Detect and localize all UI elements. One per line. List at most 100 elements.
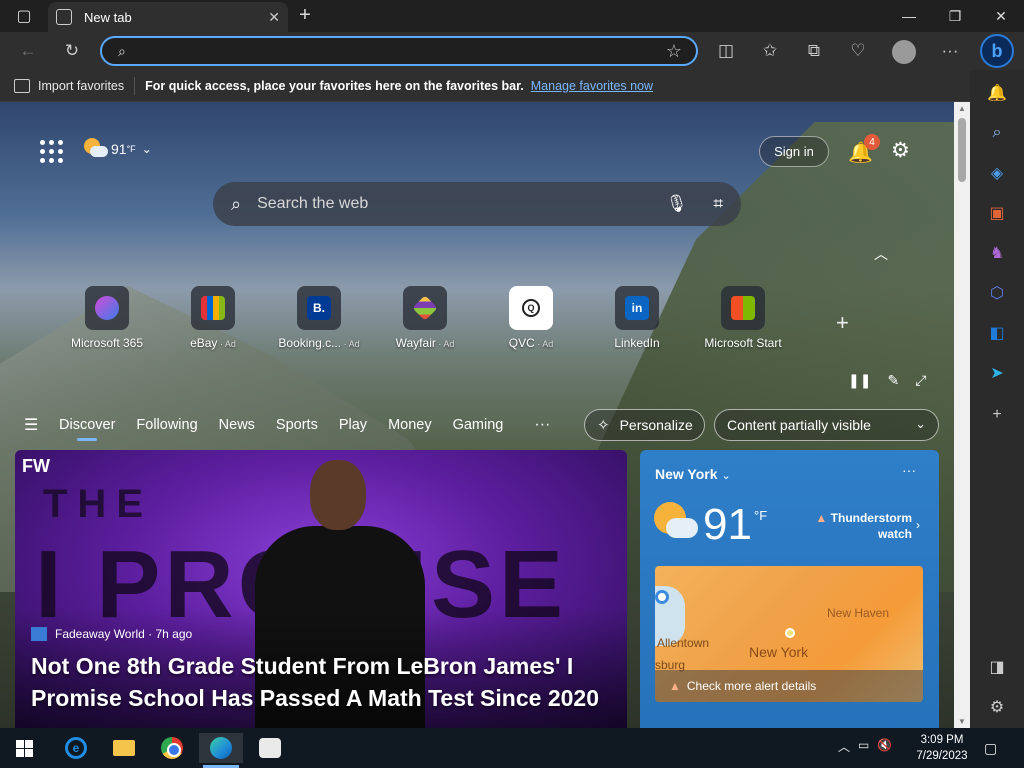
import-favorites-button[interactable]: Import favorites	[14, 78, 124, 93]
new-tab-button[interactable]: +	[294, 5, 316, 27]
map-marker-icon	[785, 628, 795, 638]
taskbar-clock[interactable]: 3:09 PM 7/29/2023	[912, 732, 972, 764]
edge-taskbar-icon[interactable]	[199, 733, 243, 768]
add-sidebar-app-icon[interactable]: +	[986, 404, 1008, 426]
personalize-label: Personalize	[619, 417, 693, 433]
search-icon: ⌕	[231, 193, 242, 214]
content-visibility-dropdown[interactable]: Content partially visible ⌄	[714, 409, 939, 441]
bing-copilot-button[interactable]: b	[980, 34, 1014, 68]
chevron-right-icon[interactable]: ›	[916, 518, 920, 532]
quicklink-microsoft-365[interactable]: Microsoft 365	[54, 286, 160, 350]
thunderstorm-alert[interactable]: ▲ Thunderstorm watch	[812, 510, 912, 542]
quicklink-wayfair[interactable]: Wayfair · Ad	[372, 286, 478, 350]
internet-explorer-icon[interactable]: e	[54, 733, 98, 763]
wayfair-logo-icon	[412, 295, 438, 321]
weather-unit: °F	[126, 144, 136, 154]
volume-muted-icon[interactable]: 🔇	[877, 738, 892, 755]
more-menu-icon[interactable]: ···	[936, 38, 964, 64]
tab-new-tab[interactable]: New tab ✕	[48, 2, 288, 32]
file-explorer-icon[interactable]	[102, 733, 146, 763]
microsoft-365-icon[interactable]: ⬡	[986, 282, 1008, 304]
web-search-box[interactable]: ⌕ Search the web 🎙 ⌗	[213, 182, 741, 226]
hero-brand-badge: FW	[22, 456, 50, 476]
system-tray: ︿ ▭ 🔇	[838, 738, 892, 755]
weather-widget-mini[interactable]: 91 °F ⌄	[84, 138, 152, 160]
refresh-button[interactable]: ↻	[58, 38, 86, 64]
tab-money[interactable]: Money	[388, 409, 432, 441]
browser-essentials-icon[interactable]: ♡	[844, 38, 872, 64]
personalize-button[interactable]: ✧ Personalize	[584, 409, 705, 441]
hamburger-menu-icon[interactable]: ☰	[24, 415, 38, 435]
action-center-icon[interactable]: ▢	[984, 740, 997, 757]
title-bar: ▢ New tab ✕ + — ❐ ✕	[0, 0, 1024, 32]
scroll-up-icon[interactable]: ▲	[957, 104, 967, 113]
quicklink-qvc[interactable]: Q QVC · Ad	[478, 286, 584, 350]
tools-briefcase-icon[interactable]: ▣	[986, 202, 1008, 224]
quicklink-ebay[interactable]: eBay · Ad	[160, 286, 266, 350]
tab-actions-icon[interactable]: ▢	[8, 6, 40, 26]
microphone-icon[interactable]: 🎙	[666, 194, 688, 214]
close-tab-icon[interactable]: ✕	[268, 9, 280, 26]
tab-discover[interactable]: Discover	[59, 409, 115, 441]
ad-tag: · Ad	[341, 339, 360, 349]
scroll-down-icon[interactable]: ▼	[957, 717, 967, 726]
ad-tag: · Ad	[534, 339, 554, 349]
page-settings-gear-icon[interactable]: ⚙	[891, 138, 910, 163]
split-screen-icon[interactable]: ◫	[712, 38, 740, 64]
expand-icon[interactable]: ⤢	[915, 372, 926, 389]
more-tabs-icon[interactable]: ···	[534, 416, 550, 434]
article-headline[interactable]: Not One 8th Grade Student From LeBron Ja…	[31, 650, 621, 714]
profile-avatar[interactable]	[892, 40, 916, 64]
windows-taskbar: e ︿ ▭ 🔇 3:09 PM 7/29/2023 ▢	[0, 728, 1024, 768]
collapse-chevron-icon[interactable]: ︿	[874, 244, 888, 264]
microsoft-logo-icon	[731, 296, 755, 320]
tab-sports[interactable]: Sports	[276, 409, 318, 441]
edit-background-icon[interactable]: ✎	[887, 372, 899, 389]
address-input[interactable]	[137, 43, 666, 59]
games-icon[interactable]: ♞	[986, 242, 1008, 264]
chrome-icon[interactable]	[150, 733, 194, 763]
address-bar[interactable]: ⌕ ☆	[100, 36, 698, 66]
collections-icon[interactable]: ⧉	[800, 38, 828, 64]
outlook-icon[interactable]: ◧	[986, 322, 1008, 344]
restore-button[interactable]: ❐	[932, 0, 978, 32]
app-taskbar-icon[interactable]	[248, 733, 292, 763]
weather-location[interactable]: New York ⌄	[655, 466, 731, 482]
hide-sidebar-icon[interactable]: ◨	[986, 656, 1008, 678]
add-favorite-star-icon[interactable]: ☆	[666, 41, 682, 62]
back-button[interactable]: ←	[14, 38, 42, 64]
sparkle-icon: ✧	[597, 417, 610, 434]
tray-chevron-icon[interactable]: ︿	[838, 738, 850, 755]
manage-favorites-link[interactable]: Manage favorites now	[531, 79, 653, 93]
favorites-icon[interactable]: ✩	[756, 38, 784, 64]
notifications-sidebar-icon[interactable]: 🔔	[986, 82, 1008, 104]
tab-news[interactable]: News	[219, 409, 255, 441]
scroll-thumb[interactable]	[958, 118, 966, 182]
sidebar-settings-icon[interactable]: ⚙	[986, 696, 1008, 718]
quicklink-microsoft-start[interactable]: Microsoft Start	[690, 286, 796, 350]
windows-start-icon[interactable]	[16, 740, 33, 757]
tab-play[interactable]: Play	[339, 409, 367, 441]
search-sidebar-icon[interactable]: ⌕	[986, 122, 1008, 144]
page-scrollbar[interactable]: ▲ ▼	[954, 102, 970, 728]
add-quicklink-icon[interactable]: +	[836, 310, 849, 336]
weather-card[interactable]: New York ⌄ ··· 91 °F ▲ Thunderstorm watch…	[640, 450, 939, 728]
tab-gaming[interactable]: Gaming	[453, 409, 504, 441]
quicklink-booking[interactable]: B. Booking.c... · Ad	[266, 286, 372, 350]
shopping-tag-icon[interactable]: ◈	[986, 162, 1008, 184]
hero-news-card[interactable]: THE I PROMISE FW Fadeaway World · 7h ago…	[15, 450, 627, 728]
minimize-button[interactable]: —	[886, 0, 932, 32]
alert-fire-icon: ▲	[669, 679, 681, 693]
sign-in-button[interactable]: Sign in	[759, 136, 829, 167]
notifications-bell-icon[interactable]: 🔔 4	[848, 134, 880, 165]
quicklink-linkedin[interactable]: in LinkedIn	[584, 286, 690, 350]
network-icon[interactable]: ▭	[858, 738, 869, 755]
close-window-button[interactable]: ✕	[978, 0, 1024, 32]
app-launcher-icon[interactable]	[40, 140, 64, 164]
visual-search-icon[interactable]: ⌗	[713, 194, 723, 214]
pause-icon[interactable]: ❚❚	[848, 372, 871, 389]
drop-icon[interactable]: ➤	[986, 362, 1008, 384]
weather-more-icon[interactable]: ···	[902, 462, 916, 478]
tab-following[interactable]: Following	[136, 409, 197, 441]
check-alert-details-link[interactable]: ▲ Check more alert details	[655, 670, 923, 702]
